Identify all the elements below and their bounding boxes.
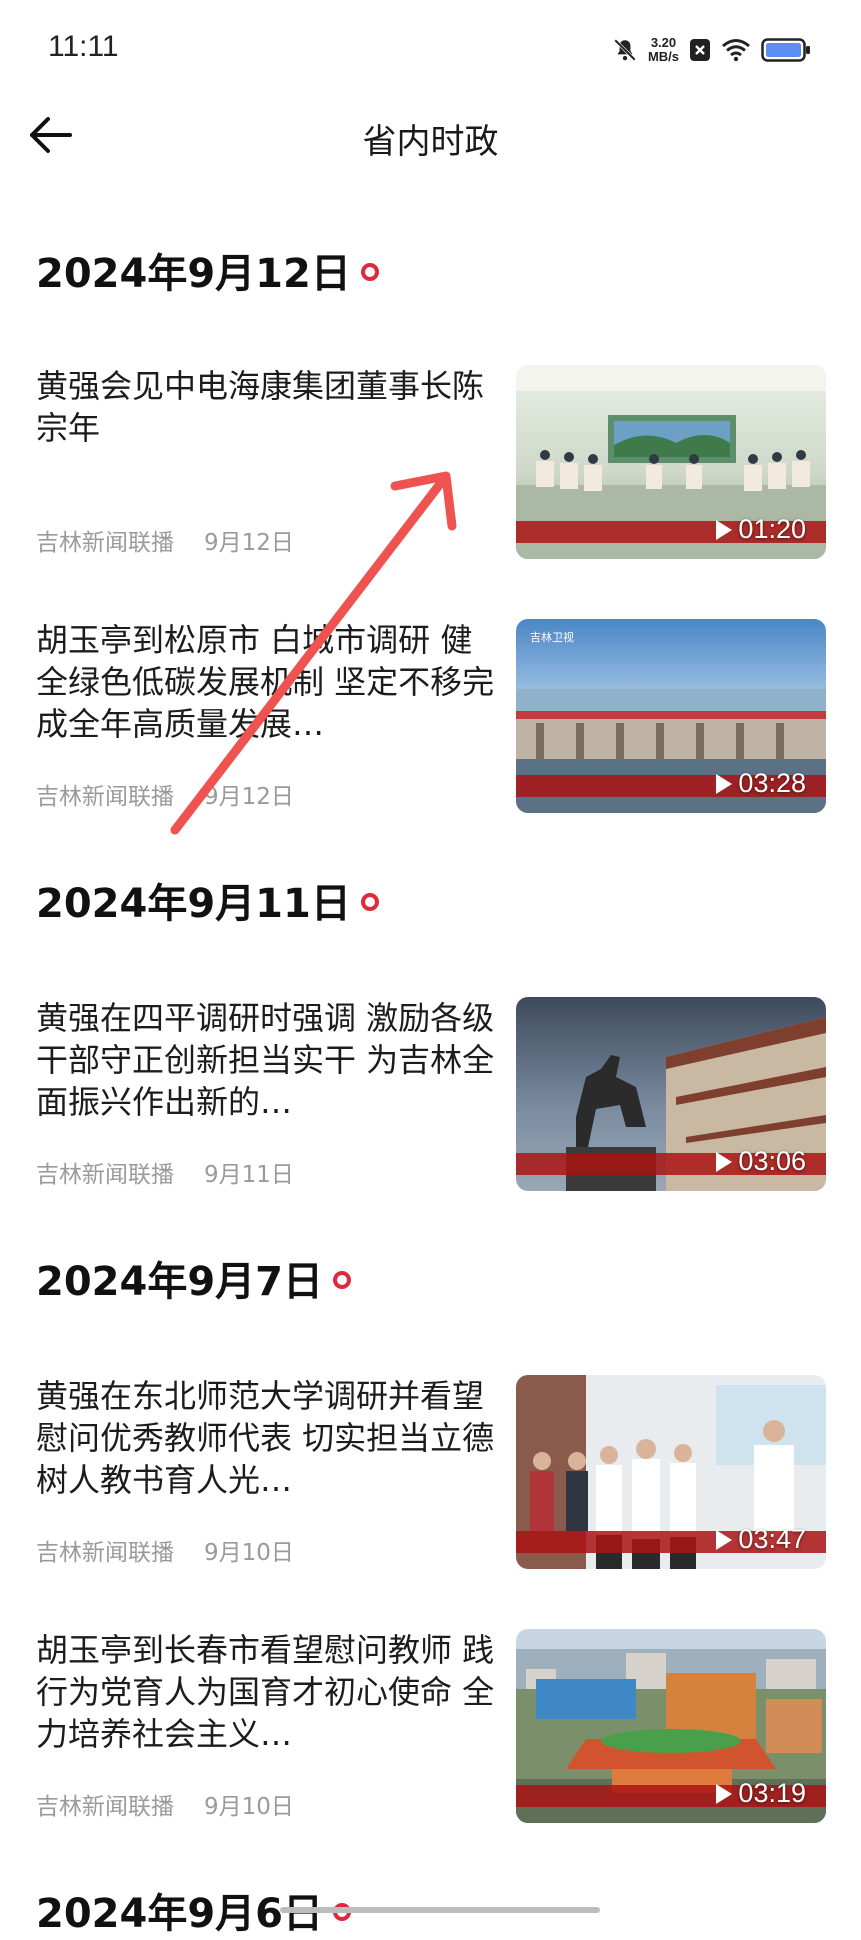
news-item[interactable]: 胡玉亭到松原市 白城市调研 健全绿色低碳发展机制 坚定不移完成全年高质量发展… …	[0, 619, 861, 819]
news-title[interactable]: 黄强在四平调研时强调 激励各级干部守正创新担当实干 为吉林全面振兴作出新的…	[36, 997, 496, 1123]
video-thumbnail[interactable]: 03:19	[516, 1629, 826, 1823]
news-title[interactable]: 黄强在东北师范大学调研并看望慰问优秀教师代表 切实担当立德树人教书育人光…	[36, 1375, 496, 1501]
play-icon	[716, 773, 733, 794]
video-thumbnail[interactable]: 03:06	[516, 997, 826, 1191]
date-dot-icon	[360, 263, 379, 281]
svg-text:吉林卫视: 吉林卫视	[530, 630, 574, 644]
news-date: 9月10日	[204, 1794, 294, 1820]
video-duration: 03:19	[716, 1778, 806, 1809]
play-icon	[716, 519, 733, 540]
video-duration: 01:20	[716, 514, 806, 545]
wifi-icon	[722, 39, 750, 62]
sim-x-icon	[690, 39, 710, 61]
date-header-text: 2024年9月11日	[36, 881, 351, 927]
news-title[interactable]: 胡玉亭到长春市看望慰问教师 践行为党育人为国育才初心使命 全力培养社会主义…	[36, 1629, 496, 1755]
news-meta: 吉林新闻联播 9月10日	[36, 1787, 294, 1821]
play-icon	[716, 1529, 733, 1550]
duration-text: 03:47	[738, 1524, 806, 1554]
home-indicator[interactable]	[280, 1907, 600, 1913]
net-speed-unit: MB/s	[647, 49, 679, 64]
news-date: 9月12日	[204, 784, 294, 810]
date-header-text: 2024年9月7日	[36, 1259, 323, 1305]
news-date: 9月12日	[204, 530, 294, 556]
status-icons: 3.20 MB/s	[612, 30, 811, 70]
duration-text: 03:19	[738, 1778, 806, 1808]
video-duration: 03:28	[716, 768, 806, 799]
news-source: 吉林新闻联播	[36, 784, 174, 810]
net-speed-value: 3.20	[650, 35, 677, 50]
duration-text: 03:28	[738, 768, 806, 798]
top-app-bar: 省内时政	[0, 100, 861, 210]
news-item[interactable]: 黄强会见中电海康集团董事长陈宗年 吉林新闻联播 9月12日 01:20	[0, 365, 861, 565]
date-dot-icon	[360, 893, 379, 911]
date-header: 2024年9月11日	[36, 870, 379, 930]
duration-text: 03:06	[738, 1146, 806, 1176]
news-meta: 吉林新闻联播 9月12日	[36, 777, 294, 811]
page-title: 省内时政	[362, 122, 499, 162]
net-speed: 3.20 MB/s	[648, 36, 679, 64]
video-thumbnail[interactable]: 吉林卫视 03:28	[516, 619, 826, 813]
news-title[interactable]: 胡玉亭到松原市 白城市调研 健全绿色低碳发展机制 坚定不移完成全年高质量发展…	[36, 619, 496, 745]
status-time: 11:11	[48, 30, 119, 63]
news-date: 9月11日	[204, 1162, 294, 1188]
news-item[interactable]: 胡玉亭到长春市看望慰问教师 践行为党育人为国育才初心使命 全力培养社会主义… 吉…	[0, 1629, 861, 1829]
news-meta: 吉林新闻联播 9月10日	[36, 1533, 294, 1567]
date-dot-icon	[333, 1271, 351, 1289]
news-source: 吉林新闻联播	[36, 1162, 174, 1188]
battery-icon	[761, 38, 810, 62]
news-title[interactable]: 黄强会见中电海康集团董事长陈宗年	[36, 365, 496, 449]
news-meta: 吉林新闻联播 9月12日	[36, 523, 294, 557]
play-icon	[716, 1151, 733, 1172]
news-source: 吉林新闻联播	[36, 1794, 174, 1820]
news-source: 吉林新闻联播	[36, 1540, 174, 1566]
news-item[interactable]: 黄强在东北师范大学调研并看望慰问优秀教师代表 切实担当立德树人教书育人光… 吉林…	[0, 1375, 861, 1575]
video-duration: 03:06	[716, 1146, 806, 1177]
date-header-text: 2024年9月12日	[36, 251, 351, 297]
video-duration: 03:47	[716, 1524, 806, 1555]
news-date: 9月10日	[204, 1540, 294, 1566]
video-thumbnail[interactable]: 03:47	[516, 1375, 826, 1569]
news-meta: 吉林新闻联播 9月11日	[36, 1155, 294, 1189]
date-header: 2024年9月12日	[36, 240, 379, 300]
news-source: 吉林新闻联播	[36, 530, 174, 556]
duration-text: 01:20	[738, 514, 806, 544]
play-icon	[716, 1783, 733, 1804]
status-bar: 11:11 3.20 MB/s	[0, 0, 861, 100]
mute-bell-icon	[614, 39, 636, 61]
video-thumbnail[interactable]: 01:20	[516, 365, 826, 559]
news-item[interactable]: 黄强在四平调研时强调 激励各级干部守正创新担当实干 为吉林全面振兴作出新的… 吉…	[0, 997, 861, 1197]
date-header: 2024年9月7日	[36, 1248, 351, 1308]
